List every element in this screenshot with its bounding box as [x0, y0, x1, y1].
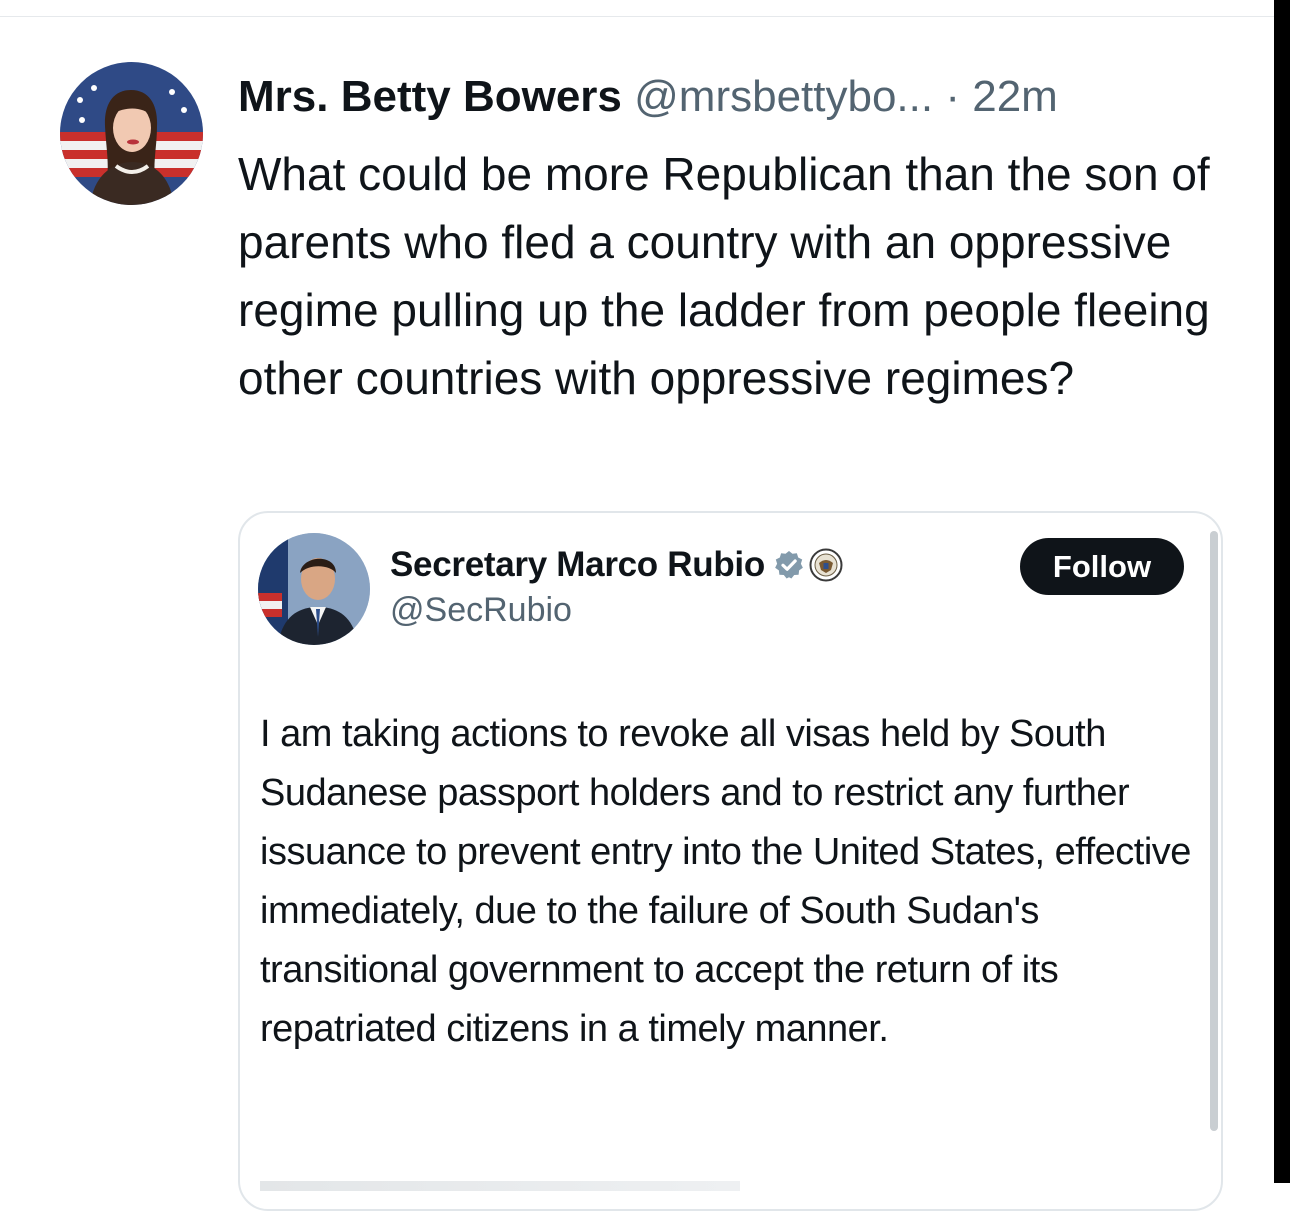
author-avatar[interactable]	[60, 62, 203, 205]
gray-verified-badge-icon	[775, 551, 803, 579]
scrollbar-thumb[interactable]	[1210, 531, 1218, 1131]
follow-button[interactable]: Follow	[1020, 538, 1184, 595]
top-divider	[0, 16, 1274, 17]
screen-edge	[1274, 0, 1290, 1183]
tweet-text: What could be more Republican than the s…	[238, 148, 1210, 404]
quoted-author-handle[interactable]: @SecRubio	[390, 591, 572, 630]
quoted-author-name[interactable]: Secretary Marco Rubio	[390, 545, 765, 585]
tweet-timestamp[interactable]: 22m	[972, 72, 1058, 121]
author-name[interactable]: Mrs. Betty Bowers	[238, 72, 622, 121]
author-handle[interactable]: @mrsbettybo...	[634, 72, 933, 121]
quoted-name-row: Secretary Marco Rubio	[390, 545, 843, 585]
portrait-woman-flag-avatar-icon	[60, 62, 203, 205]
quoted-tweet-card[interactable]: Secretary Marco Rubio @SecRubio Follow I…	[238, 511, 1223, 1211]
state-department-seal-icon	[809, 548, 843, 582]
quoted-tweet-text: I am taking actions to revoke all visas …	[260, 713, 1191, 1050]
portrait-man-flag-avatar-icon	[258, 533, 370, 645]
tweet-header: Mrs. Betty Bowers @mrsbettybo... · 22m	[238, 70, 1058, 124]
header-separator: ·	[945, 72, 960, 121]
quoted-author-avatar[interactable]	[258, 533, 370, 645]
